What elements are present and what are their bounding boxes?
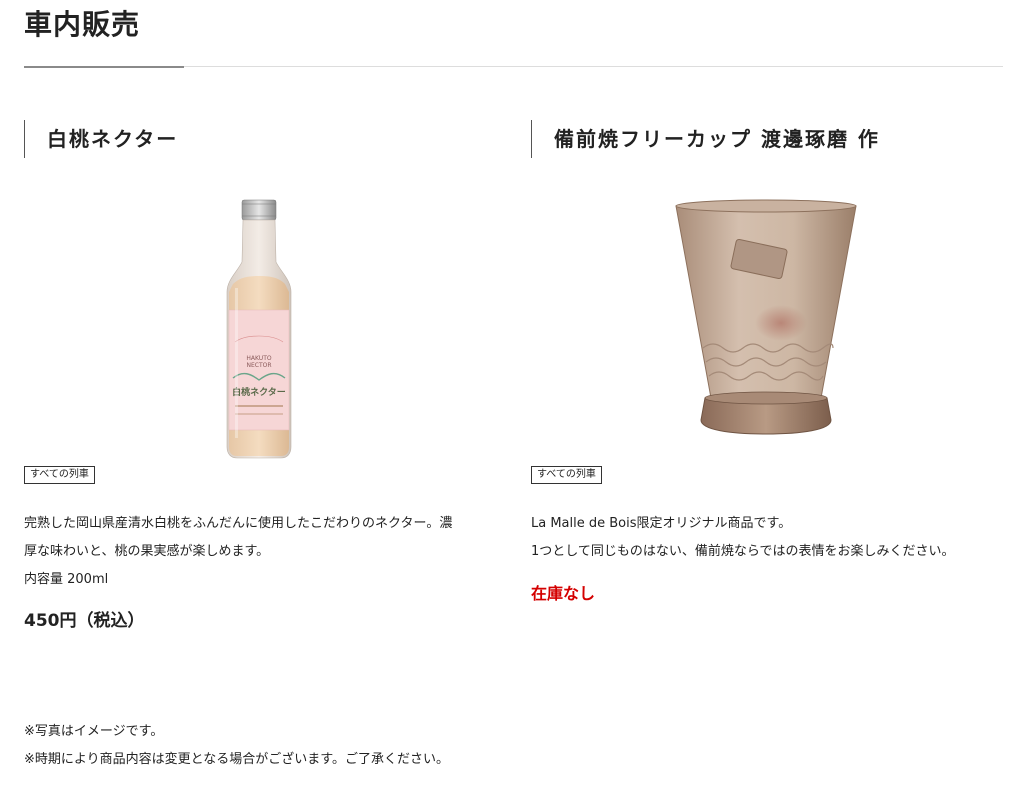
- stock-status: 在庫なし: [531, 584, 596, 603]
- product-name: 備前焼フリーカップ 渡邊琢磨 作: [531, 120, 1003, 158]
- train-availability-tag: すべての列車: [24, 466, 95, 484]
- product-description: 完熟した岡山県産清水白桃をふんだんに使用したこだわりのネクター。濃 厚な味わいと…: [24, 510, 496, 594]
- bottle-label-line-3: 白桃ネクター: [232, 386, 286, 398]
- product-image: HAKUTO NECTOR 白桃ネクター: [24, 192, 496, 462]
- train-availability-tag: すべての列車: [531, 466, 602, 484]
- note-line: ※写真はイメージです。: [24, 724, 164, 739]
- content-volume: 内容量 200ml: [24, 572, 109, 587]
- bottle-label-line-2: NECTOR: [246, 362, 271, 369]
- title-divider-accent: [24, 66, 184, 68]
- product-name: 白桃ネクター: [24, 120, 496, 158]
- bizen-ware-cup-image: [675, 199, 857, 435]
- description-line: 1つとして同じものはない、備前焼ならではの表情をお楽しみください。: [531, 544, 955, 559]
- product-card-peach-nectar: 白桃ネクター HAKUTO NECTOR 白桃ネクター すべての列車 完熟した岡…: [24, 120, 496, 631]
- peach-nectar-bottle-image: HAKUTO NECTOR 白桃ネクター: [226, 199, 292, 459]
- bottle-label-line-1: HAKUTO: [246, 355, 271, 362]
- product-description: La Malle de Bois限定オリジナル商品です。 1つとして同じものはな…: [531, 510, 1003, 566]
- description-line: 完熟した岡山県産清水白桃をふんだんに使用したこだわりのネクター。濃: [24, 516, 453, 531]
- description-line: 厚な味わいと、桃の果実感が楽しめます。: [24, 544, 270, 559]
- product-image: [531, 192, 1003, 462]
- notes: ※写真はイメージです。 ※時期により商品内容は変更となる場合がございます。ご了承…: [24, 718, 449, 774]
- description-line: La Malle de Bois限定オリジナル商品です。: [531, 516, 792, 531]
- note-line: ※時期により商品内容は変更となる場合がございます。ご了承ください。: [24, 752, 449, 767]
- page-title: 車内販売: [24, 8, 141, 41]
- product-card-bizen-cup: 備前焼フリーカップ 渡邊琢磨 作 すべての列車 La Malle de Bois…: [531, 120, 1003, 604]
- product-price: 450円（税込）: [24, 611, 145, 631]
